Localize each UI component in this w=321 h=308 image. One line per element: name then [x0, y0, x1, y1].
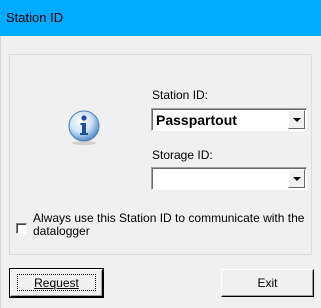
station-id-value: Passpartout: [156, 112, 237, 128]
chevron-down-icon[interactable]: [288, 169, 305, 188]
info-icon: [68, 110, 100, 145]
request-button-label: Request: [34, 276, 79, 290]
exit-button-label: Exit: [257, 276, 278, 290]
always-use-checkbox[interactable]: [16, 223, 27, 234]
storage-id-combobox[interactable]: [151, 167, 307, 190]
exit-button[interactable]: Exit: [221, 269, 314, 297]
station-id-label: Station ID:: [152, 88, 209, 102]
title-bar: Station ID: [0, 0, 321, 36]
request-button[interactable]: Request: [9, 268, 104, 298]
always-use-label[interactable]: Always use this Station ID to communicat…: [33, 212, 305, 238]
chevron-down-icon[interactable]: [288, 110, 305, 129]
storage-id-label: Storage ID:: [152, 148, 213, 162]
window-title: Station ID: [6, 10, 64, 25]
station-id-combobox[interactable]: Passpartout: [151, 108, 307, 131]
